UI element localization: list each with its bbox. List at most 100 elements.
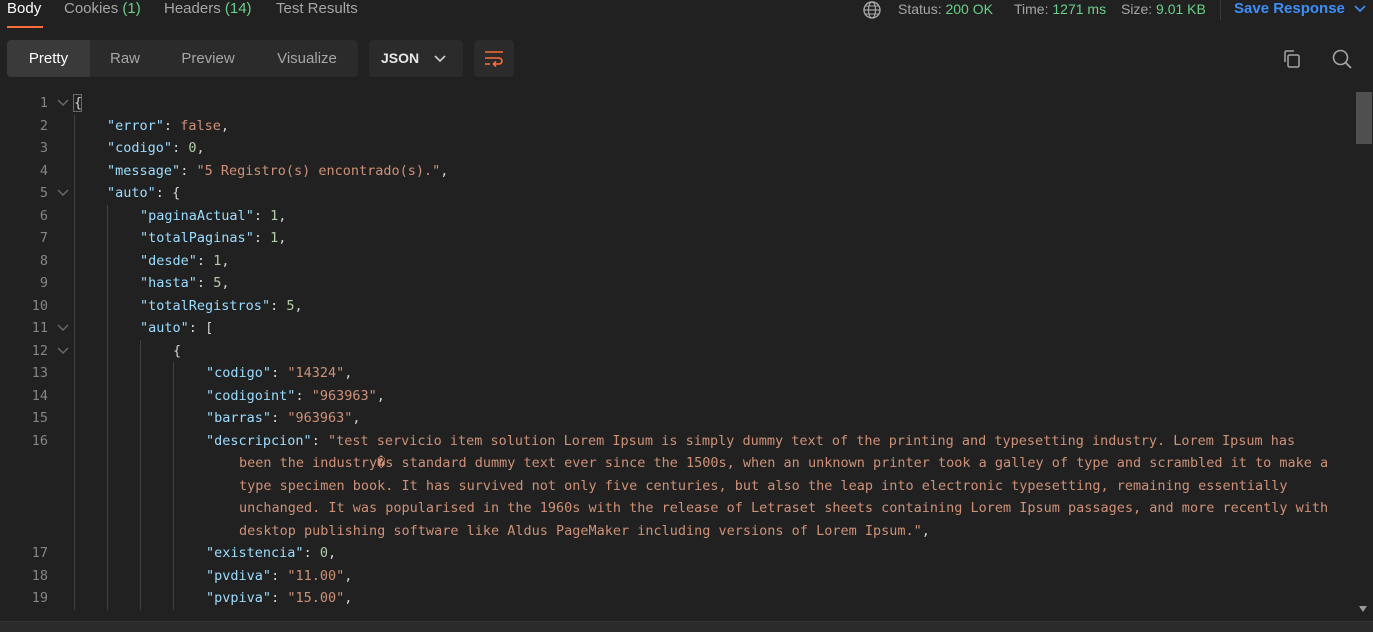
json-key: paginaActual <box>148 207 246 224</box>
time-indicator[interactable]: Time: 1271 ms <box>1014 0 1106 18</box>
json-punctuation: , <box>278 230 287 246</box>
indent-guide <box>74 114 75 610</box>
tab-test-results[interactable]: Test Results <box>276 0 358 18</box>
code-line: 2 "error": false, <box>0 115 1355 137</box>
json-quote: " <box>140 207 149 224</box>
copy-icon[interactable] <box>1282 49 1302 69</box>
json-key: codigo <box>214 365 263 381</box>
fold-chevron-icon[interactable] <box>56 344 70 358</box>
json-punctuation: : <box>180 162 197 179</box>
json-punctuation: : <box>271 365 288 381</box>
save-response-button[interactable]: Save Response <box>1234 0 1345 18</box>
json-quote: " <box>188 275 197 291</box>
status-indicator[interactable]: Status: 200 OK <box>898 0 993 18</box>
json-key: pvdiva <box>214 567 263 584</box>
code-content: unchanged. It was popularised in the 196… <box>239 497 1328 519</box>
json-quote: " <box>262 590 272 606</box>
json-punctuation: : <box>271 410 288 426</box>
json-quote: " <box>172 162 181 179</box>
json-string-value: type specimen book. It has survived not … <box>239 477 1288 494</box>
code-line: 7 "totalPaginas": 1, <box>0 227 1355 249</box>
chevron-down-icon[interactable] <box>1353 2 1367 16</box>
json-punctuation: : <box>196 275 214 291</box>
json-quote: " <box>188 252 197 269</box>
response-tab-bar: Body Cookies (1) Headers (14) Test Resul… <box>0 0 1373 30</box>
code-content: "pvpiva": "15.00", <box>206 587 352 609</box>
code-content: "totalRegistros": 5, <box>140 295 303 317</box>
json-quote: " <box>206 545 215 561</box>
json-punctuation: , <box>344 590 353 606</box>
code-line: type specimen book. It has survived not … <box>0 475 1355 497</box>
scrollbar-thumb[interactable] <box>1356 92 1372 144</box>
wrap-lines-button[interactable] <box>474 40 514 77</box>
size-value: 9.01 KB <box>1156 1 1206 17</box>
code-content: "codigo": 0, <box>107 137 205 159</box>
view-raw-button[interactable]: Raw <box>90 40 160 77</box>
tab-cookies[interactable]: Cookies (1) <box>64 0 141 18</box>
code-content: "auto": { <box>107 182 180 204</box>
json-punctuation: : <box>311 432 328 449</box>
json-quote: " <box>147 185 156 201</box>
globe-icon[interactable] <box>862 0 882 20</box>
json-string-value: been the industry�s standard dummy text … <box>239 455 1329 471</box>
tab-headers-label: Headers <box>164 0 221 17</box>
view-mode-group: Pretty Raw Preview Visualize <box>7 40 358 77</box>
line-number: 1 <box>39 95 48 111</box>
line-number: 5 <box>39 185 48 201</box>
tab-headers[interactable]: Headers (14) <box>164 0 252 18</box>
divider <box>1220 0 1221 20</box>
tab-body[interactable]: Body <box>7 0 41 18</box>
json-quote: " <box>107 140 116 156</box>
json-quote: " <box>262 410 272 426</box>
scroll-down-arrow-icon[interactable] <box>1358 605 1368 613</box>
json-quote: " <box>140 275 149 291</box>
json-quote: " <box>140 230 149 246</box>
json-key: message <box>115 162 173 179</box>
code-line: desktop publishing software like Aldus P… <box>0 520 1355 542</box>
fold-chevron-icon[interactable] <box>56 321 70 335</box>
fold-chevron-icon[interactable] <box>56 186 70 200</box>
code-line: 5 "auto": { <box>0 182 1355 204</box>
json-punctuation: : <box>270 297 287 314</box>
view-preview-button[interactable]: Preview <box>160 40 256 77</box>
size-indicator[interactable]: Size: 9.01 KB <box>1121 0 1206 18</box>
format-select[interactable]: JSON <box>369 40 463 77</box>
size-label: Size: <box>1121 1 1153 17</box>
line-number: 6 <box>39 207 48 224</box>
code-content: "pvdiva": "11.00", <box>206 565 352 587</box>
json-punctuation: , <box>440 162 449 179</box>
json-quote: " <box>261 297 271 314</box>
json-value: "test servicio item solution Lorem Ipsum… <box>327 432 1296 449</box>
code-line: 4 "message": "5 Registro(s) encontrado(s)… <box>0 160 1355 182</box>
json-punctuation: : <box>303 545 320 561</box>
response-body-editor[interactable]: 1{2 "error": false, 3 "codigo": 0, 4 "message… <box>0 92 1355 614</box>
view-pretty-button[interactable]: Pretty <box>7 40 90 77</box>
code-line: 13 "codigo": "14324", <box>0 362 1355 384</box>
vertical-scrollbar[interactable] <box>1355 92 1373 614</box>
json-value: "11.00" <box>287 567 345 584</box>
json-punctuation: , <box>294 297 303 314</box>
json-punctuation: : <box>253 207 271 224</box>
json-quote: " <box>303 432 312 449</box>
view-visualize-button[interactable]: Visualize <box>256 40 358 77</box>
line-number: 2 <box>39 117 48 134</box>
json-quote: " <box>155 117 164 134</box>
json-value: false <box>180 117 221 134</box>
json-quote: " <box>262 365 272 381</box>
line-number: 13 <box>31 365 48 381</box>
code-line: 1{ <box>0 92 1355 114</box>
json-punctuation: , <box>278 207 287 224</box>
fold-chevron-icon[interactable] <box>56 96 70 110</box>
code-line: 15 "barras": "963963", <box>0 407 1355 429</box>
json-value: "15.00" <box>287 590 345 606</box>
json-key: auto <box>115 185 148 201</box>
time-label: Time: <box>1014 1 1049 17</box>
json-quote: " <box>206 567 215 584</box>
json-key: codigoint <box>214 387 288 404</box>
search-icon[interactable] <box>1331 48 1353 70</box>
json-key: totalPaginas <box>148 230 246 246</box>
json-value: 0 <box>319 545 328 561</box>
line-number: 15 <box>31 410 48 426</box>
json-quote: " <box>140 320 149 336</box>
tab-cookies-label: Cookies <box>64 0 119 17</box>
